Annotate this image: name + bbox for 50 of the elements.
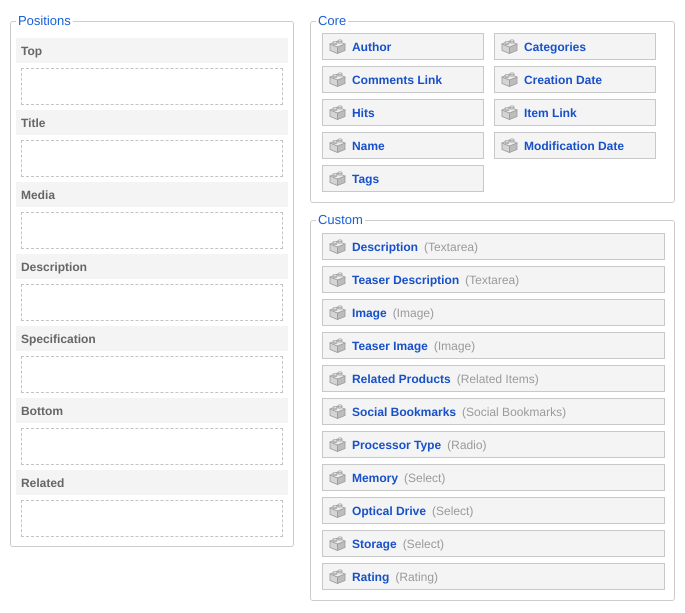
- brick-icon: [329, 138, 346, 153]
- brick-icon: [329, 437, 346, 452]
- element-item[interactable]: Rating (Rating): [322, 563, 665, 590]
- element-item[interactable]: Name: [322, 132, 484, 159]
- position-header: Description: [16, 254, 288, 279]
- brick-icon: [329, 470, 346, 485]
- brick-icon: [329, 536, 346, 551]
- brick-icon: [501, 105, 518, 120]
- element-item[interactable]: Processor Type (Radio): [322, 431, 665, 458]
- position-header: Media: [16, 182, 288, 207]
- section-title: Core: [317, 14, 348, 28]
- element-item[interactable]: Storage (Select): [322, 530, 665, 557]
- brick-icon: [501, 72, 518, 87]
- brick-icon: [329, 404, 346, 419]
- brick-icon: [329, 39, 346, 54]
- brick-icon: [329, 305, 346, 320]
- element-item[interactable]: Teaser Description (Textarea): [322, 266, 665, 293]
- position-header: Related: [16, 470, 288, 495]
- brick-icon: [329, 371, 346, 386]
- element-item[interactable]: Related Products (Related Items): [322, 365, 665, 392]
- element-item[interactable]: Categories: [494, 33, 656, 60]
- brick-icon: [329, 569, 346, 584]
- brick-icon: [329, 171, 346, 186]
- element-item[interactable]: Creation Date: [494, 66, 656, 93]
- brick-icon: [329, 72, 346, 87]
- element-item[interactable]: Tags: [322, 165, 484, 192]
- position-header: Specification: [16, 326, 288, 351]
- brick-icon: [329, 503, 346, 518]
- brick-icon: [501, 39, 518, 54]
- position-header: Title: [16, 110, 288, 135]
- brick-icon: [329, 272, 346, 287]
- element-item[interactable]: Modification Date: [494, 132, 656, 159]
- section-title: Custom: [317, 213, 364, 227]
- element-item[interactable]: Author: [322, 33, 484, 60]
- element-item[interactable]: Teaser Image (Image): [322, 332, 665, 359]
- brick-icon: [501, 138, 518, 153]
- position-header: Bottom: [16, 398, 288, 423]
- element-item[interactable]: Hits: [322, 99, 484, 126]
- element-item[interactable]: Item Link: [494, 99, 656, 126]
- element-item[interactable]: Comments Link: [322, 66, 484, 93]
- brick-icon: [329, 338, 346, 353]
- element-item[interactable]: Memory (Select): [322, 464, 665, 491]
- element-item[interactable]: Image (Image): [322, 299, 665, 326]
- brick-icon: [329, 105, 346, 120]
- element-item[interactable]: Optical Drive (Select): [322, 497, 665, 524]
- element-item[interactable]: Social Bookmarks (Social Bookmarks): [322, 398, 665, 425]
- element-item[interactable]: Description (Textarea): [322, 233, 665, 260]
- brick-icon: [329, 239, 346, 254]
- section-title: Positions: [17, 14, 72, 28]
- position-header: Top: [16, 38, 288, 63]
